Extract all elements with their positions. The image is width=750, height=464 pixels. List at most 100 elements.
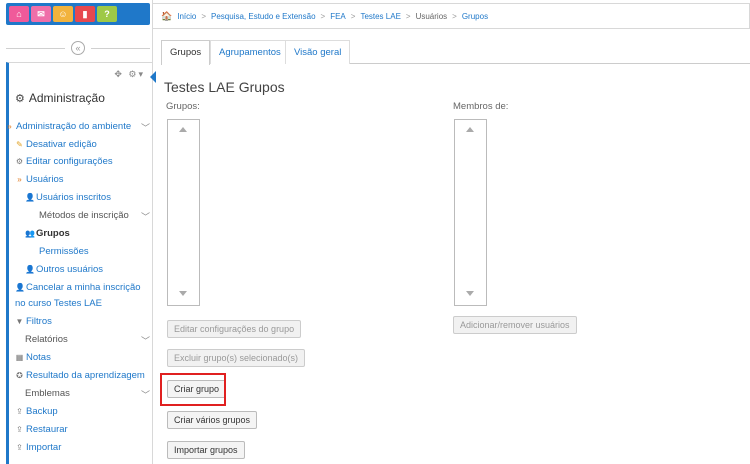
gear-icon: ⚙ — [15, 157, 24, 166]
block-controls-icon[interactable]: ✥ ⚙▾ — [114, 69, 145, 80]
collapse-row: « — [6, 38, 150, 58]
create-multiple-groups-button[interactable]: Criar vários grupos — [167, 411, 258, 429]
breadcrumb-research[interactable]: Pesquisa, Estudo e Extensão — [211, 12, 316, 21]
breadcrumb-separator: > — [320, 11, 326, 21]
trophy-icon: ✪ — [16, 371, 23, 380]
table-icon: ▦ — [15, 353, 24, 362]
sidebar-item-backup[interactable]: ⇪ Backup — [9, 406, 156, 417]
chevron-right-icon: » — [17, 175, 22, 184]
breadcrumb-course[interactable]: Testes LAE — [360, 12, 400, 21]
administration-block: ✥ ⚙▾ ⚙ Administração » Administração do a… — [6, 62, 156, 464]
upload-icon: ⇪ — [16, 443, 23, 452]
page-title: Testes LAE Grupos — [164, 79, 285, 95]
sidebar-item-permissions[interactable]: Permissões — [9, 246, 156, 257]
sidebar-item-reports[interactable]: Relatórios ﹀ — [9, 334, 156, 347]
sidebar-item-label: Editar configurações — [26, 156, 113, 167]
breadcrumb-separator: > — [350, 11, 356, 21]
upload-icon: ⇪ — [16, 407, 23, 416]
home-icon[interactable]: ⌂ — [9, 6, 29, 22]
scroll-down-icon[interactable] — [179, 291, 187, 296]
dock-arrow-icon[interactable] — [150, 71, 156, 83]
pencil-icon: ✎ — [16, 140, 23, 149]
sidebar-item-users[interactable]: » Usuários — [9, 174, 156, 185]
gears-icon: ⚙ — [15, 92, 25, 105]
sidebar-item-label: Resultado da aprendizagem — [26, 370, 145, 381]
sidebar-item-label: no curso Testes LAE — [15, 298, 102, 309]
chevron-right-icon: » — [7, 122, 12, 131]
chevron-down-icon[interactable]: ﹀ — [141, 388, 150, 401]
sidebar-item-label: Administração do ambiente — [16, 121, 132, 132]
sidebar-item-unenrol[interactable]: 👤Cancelar a minha inscrição — [9, 282, 156, 293]
sidebar-item-label: Usuários — [26, 174, 64, 185]
sidebar-item-filters[interactable]: ▼ Filtros — [9, 316, 156, 327]
sidebar-item-groups[interactable]: 👥Grupos — [9, 228, 156, 239]
sidebar-item-label: Grupos — [36, 228, 70, 239]
edit-group-settings-button[interactable]: Editar configurações do grupo — [167, 320, 302, 338]
bookmark-icon[interactable]: ▮ — [75, 6, 95, 22]
user-icon: 👤 — [25, 265, 35, 274]
tab-groupings[interactable]: Agrupamentos — [210, 40, 290, 64]
sidebar-item-outcomes[interactable]: ✪ Resultado da aprendizagem — [9, 370, 156, 381]
sidebar-item-label: Cancelar a minha inscrição — [26, 282, 141, 293]
chevron-down-icon[interactable]: ﹀ — [141, 334, 150, 347]
groups-label: Grupos: — [166, 101, 200, 112]
scroll-up-icon[interactable] — [179, 127, 187, 132]
upload-icon: ⇪ — [16, 425, 23, 434]
members-label: Membros de: — [453, 101, 509, 112]
sidebar-item-label: Emblemas — [25, 388, 70, 399]
sidebar-item-turn-editing-off[interactable]: ✎ Desativar edição — [9, 139, 156, 150]
users-icon[interactable]: ☺ — [53, 6, 73, 22]
highlight-box — [160, 373, 226, 406]
sidebar-item-restore[interactable]: ⇪ Restaurar — [9, 424, 156, 435]
sidebar-item-label: Backup — [26, 406, 58, 417]
breadcrumb-separator: > — [201, 11, 207, 21]
chevron-down-icon[interactable]: ﹀ — [141, 121, 150, 134]
sidebar-item-label: Notas — [26, 352, 51, 363]
help-icon[interactable]: ? — [97, 6, 117, 22]
block-title: ⚙ Administração — [15, 91, 105, 105]
filter-icon: ▼ — [15, 317, 24, 326]
add-remove-users-button[interactable]: Adicionar/remover usuários — [453, 316, 577, 334]
tab-bar: Grupos Agrupamentos Visão geral — [161, 40, 750, 65]
delete-selected-groups-button[interactable]: Excluir grupo(s) selecionado(s) — [167, 349, 306, 367]
top-nav-bar: ⌂ ✉ ☺ ▮ ? — [6, 3, 150, 25]
sidebar-item-label: Outros usuários — [36, 264, 104, 275]
sidebar-item-unenrol-course[interactable]: no curso Testes LAE — [9, 298, 156, 309]
tab-groups[interactable]: Grupos — [161, 40, 211, 65]
breadcrumb-fea[interactable]: FEA — [330, 12, 346, 21]
sidebar-item-label: Importar — [26, 442, 62, 453]
sidebar-item-grades[interactable]: ▦ Notas — [9, 352, 156, 363]
breadcrumb-home[interactable]: Início — [177, 12, 196, 21]
scroll-down-icon[interactable] — [466, 291, 474, 296]
sidebar-item-label: Métodos de inscrição — [39, 210, 129, 221]
sidebar-item-other-users[interactable]: 👤Outros usuários — [9, 264, 156, 275]
sidebar-item-import[interactable]: ⇪ Importar — [9, 442, 156, 453]
scroll-up-icon[interactable] — [466, 127, 474, 132]
sidebar-item-site-admin[interactable]: » Administração do ambiente ﹀ — [7, 121, 156, 134]
breadcrumb: 🏠 Início > Pesquisa, Estudo e Extensão >… — [153, 3, 750, 29]
divider — [91, 47, 150, 49]
home-icon[interactable]: 🏠 — [161, 11, 172, 22]
sidebar-item-enrolment-methods[interactable]: Métodos de inscrição ﹀ — [9, 210, 156, 223]
group-icon: 👥 — [25, 229, 35, 238]
breadcrumb-groups[interactable]: Grupos — [462, 12, 488, 21]
members-listbox[interactable] — [454, 119, 487, 306]
sidebar-item-edit-settings[interactable]: ⚙ Editar configurações — [9, 156, 156, 167]
sidebar-item-label: Relatórios — [25, 334, 68, 345]
sidebar: ⌂ ✉ ☺ ▮ ? « ✥ ⚙▾ ⚙ Administração » Admini… — [0, 0, 156, 464]
tab-overview[interactable]: Visão geral — [285, 40, 351, 64]
mail-icon[interactable]: ✉ — [31, 6, 51, 22]
sidebar-item-badges[interactable]: Emblemas ﹀ — [9, 388, 156, 401]
sidebar-item-label: Restaurar — [26, 424, 68, 435]
breadcrumb-separator: > — [405, 11, 411, 21]
sidebar-item-enrolled-users[interactable]: 👤Usuários inscritos — [9, 192, 156, 203]
chevron-down-icon[interactable]: ﹀ — [141, 210, 150, 223]
breadcrumb-separator: > — [452, 11, 457, 21]
user-icon: 👤 — [25, 193, 35, 202]
block-title-text: Administração — [28, 91, 105, 105]
groups-listbox[interactable] — [167, 119, 200, 306]
sidebar-item-label: Permissões — [39, 246, 89, 257]
collapse-sidebar-icon[interactable]: « — [71, 41, 85, 55]
import-groups-button[interactable]: Importar grupos — [167, 441, 245, 459]
sidebar-item-label: Desativar edição — [26, 139, 97, 150]
